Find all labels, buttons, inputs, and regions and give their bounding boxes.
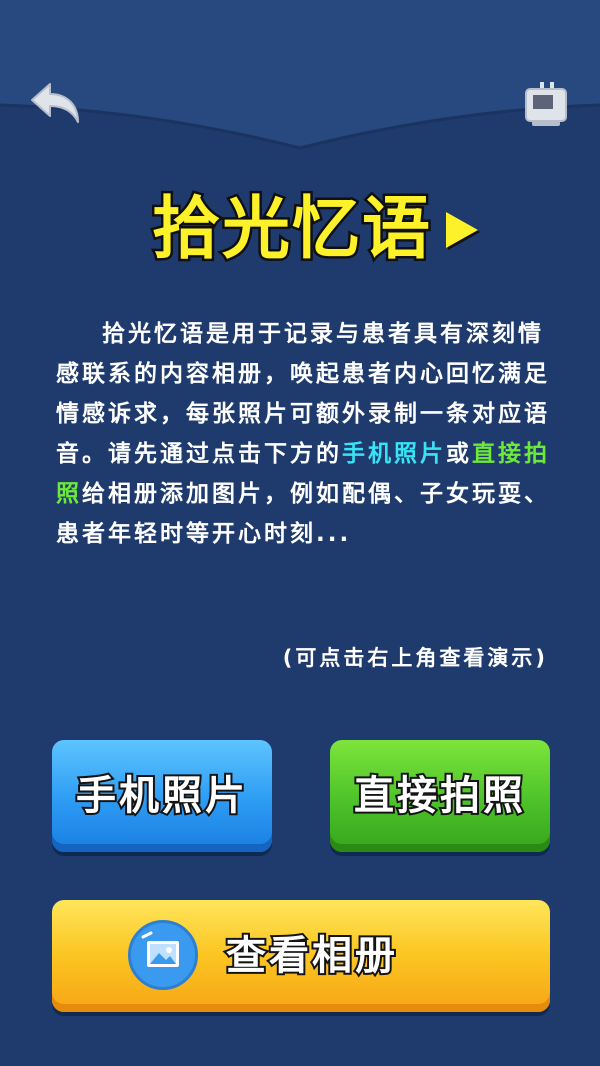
demo-tv-icon (525, 82, 567, 126)
description-connector: 或 (446, 441, 472, 467)
demo-button[interactable] (520, 78, 572, 130)
screen: 拾光忆语 拾光忆语是用于记录与患者具有深刻情感联系的内容相册，唤起患者内心回忆满… (0, 0, 600, 1066)
description-part2: 给相册添加图片，例如配偶、子女玩耍、患者年轻时等开心时刻... (56, 481, 550, 547)
phone-photos-button[interactable]: 手机照片 (52, 740, 272, 852)
demo-hint: (可点击右上角查看演示) (282, 646, 548, 670)
back-button[interactable] (28, 78, 84, 130)
description: 拾光忆语是用于记录与患者具有深刻情感联系的内容相册，唤起患者内心回忆满足情感诉求… (56, 314, 550, 554)
image-icon (128, 920, 198, 990)
take-photo-button[interactable]: 直接拍照 (330, 740, 550, 852)
view-album-label: 查看相册 (224, 931, 398, 981)
play-triangle-icon[interactable] (446, 212, 478, 248)
title-row: 拾光忆语 (0, 180, 600, 280)
header-band (0, 0, 600, 150)
phone-photos-link: 手机照片 (342, 441, 446, 467)
page-title: 拾光忆语 (149, 188, 432, 272)
back-arrow-icon (31, 83, 79, 123)
view-album-button[interactable]: 查看相册 (52, 900, 550, 1012)
phone-photos-label: 手机照片 (74, 771, 248, 821)
take-photo-label: 直接拍照 (352, 771, 526, 821)
